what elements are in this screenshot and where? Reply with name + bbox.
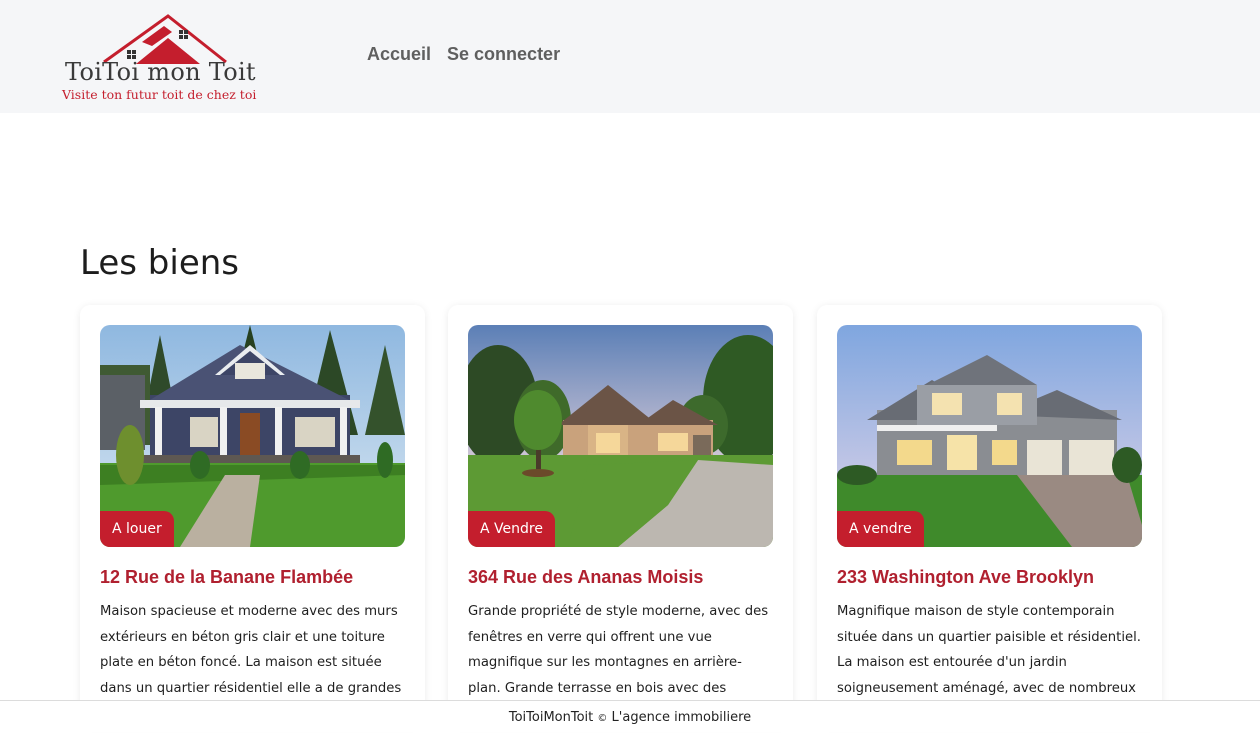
property-card[interactable]: A louer 12 Rue de la Banane Flambée Mais… <box>80 305 425 725</box>
property-address[interactable]: 233 Washington Ave Brooklyn <box>837 567 1094 588</box>
property-address[interactable]: 12 Rue de la Banane Flambée <box>100 567 353 588</box>
page-title: Les biens <box>80 243 239 283</box>
property-description: Maison spacieuse et moderne avec des mur… <box>100 604 402 696</box>
footer-brand: ToiToiMonToit <box>508 710 594 725</box>
copyright-icon: © <box>597 713 608 724</box>
logo-title: ToiToi mon Toit <box>65 58 256 86</box>
property-card[interactable]: A Vendre 364 Rue des Ananas Moisis Grand… <box>448 305 793 725</box>
nav-home-link[interactable]: Accueil <box>367 44 431 65</box>
site-logo[interactable]: ToiToi mon Toit Visite ton futur toit de… <box>62 12 267 104</box>
property-photo[interactable]: A Vendre <box>468 325 773 547</box>
property-description: Magnifique maison de style contemporain … <box>837 604 1141 696</box>
property-card[interactable]: A vendre 233 Washington Ave Brooklyn Mag… <box>817 305 1162 725</box>
nav-login-link[interactable]: Se connecter <box>447 44 560 65</box>
site-header: ToiToi mon Toit Visite ton futur toit de… <box>0 0 1260 113</box>
property-address[interactable]: 364 Rue des Ananas Moisis <box>468 567 703 588</box>
listing-type-badge: A vendre <box>837 511 924 547</box>
site-footer: ToiToiMonToit © L'agence immobiliere <box>0 700 1260 732</box>
property-photo[interactable]: A louer <box>100 325 405 547</box>
listing-type-badge: A louer <box>100 511 174 547</box>
property-photo[interactable]: A vendre <box>837 325 1142 547</box>
listing-type-badge: A Vendre <box>468 511 555 547</box>
footer-agency: L'agence immobiliere <box>611 710 752 725</box>
logo-tagline: Visite ton futur toit de chez toi <box>62 87 257 102</box>
main-nav: Accueil Se connecter <box>367 44 560 65</box>
